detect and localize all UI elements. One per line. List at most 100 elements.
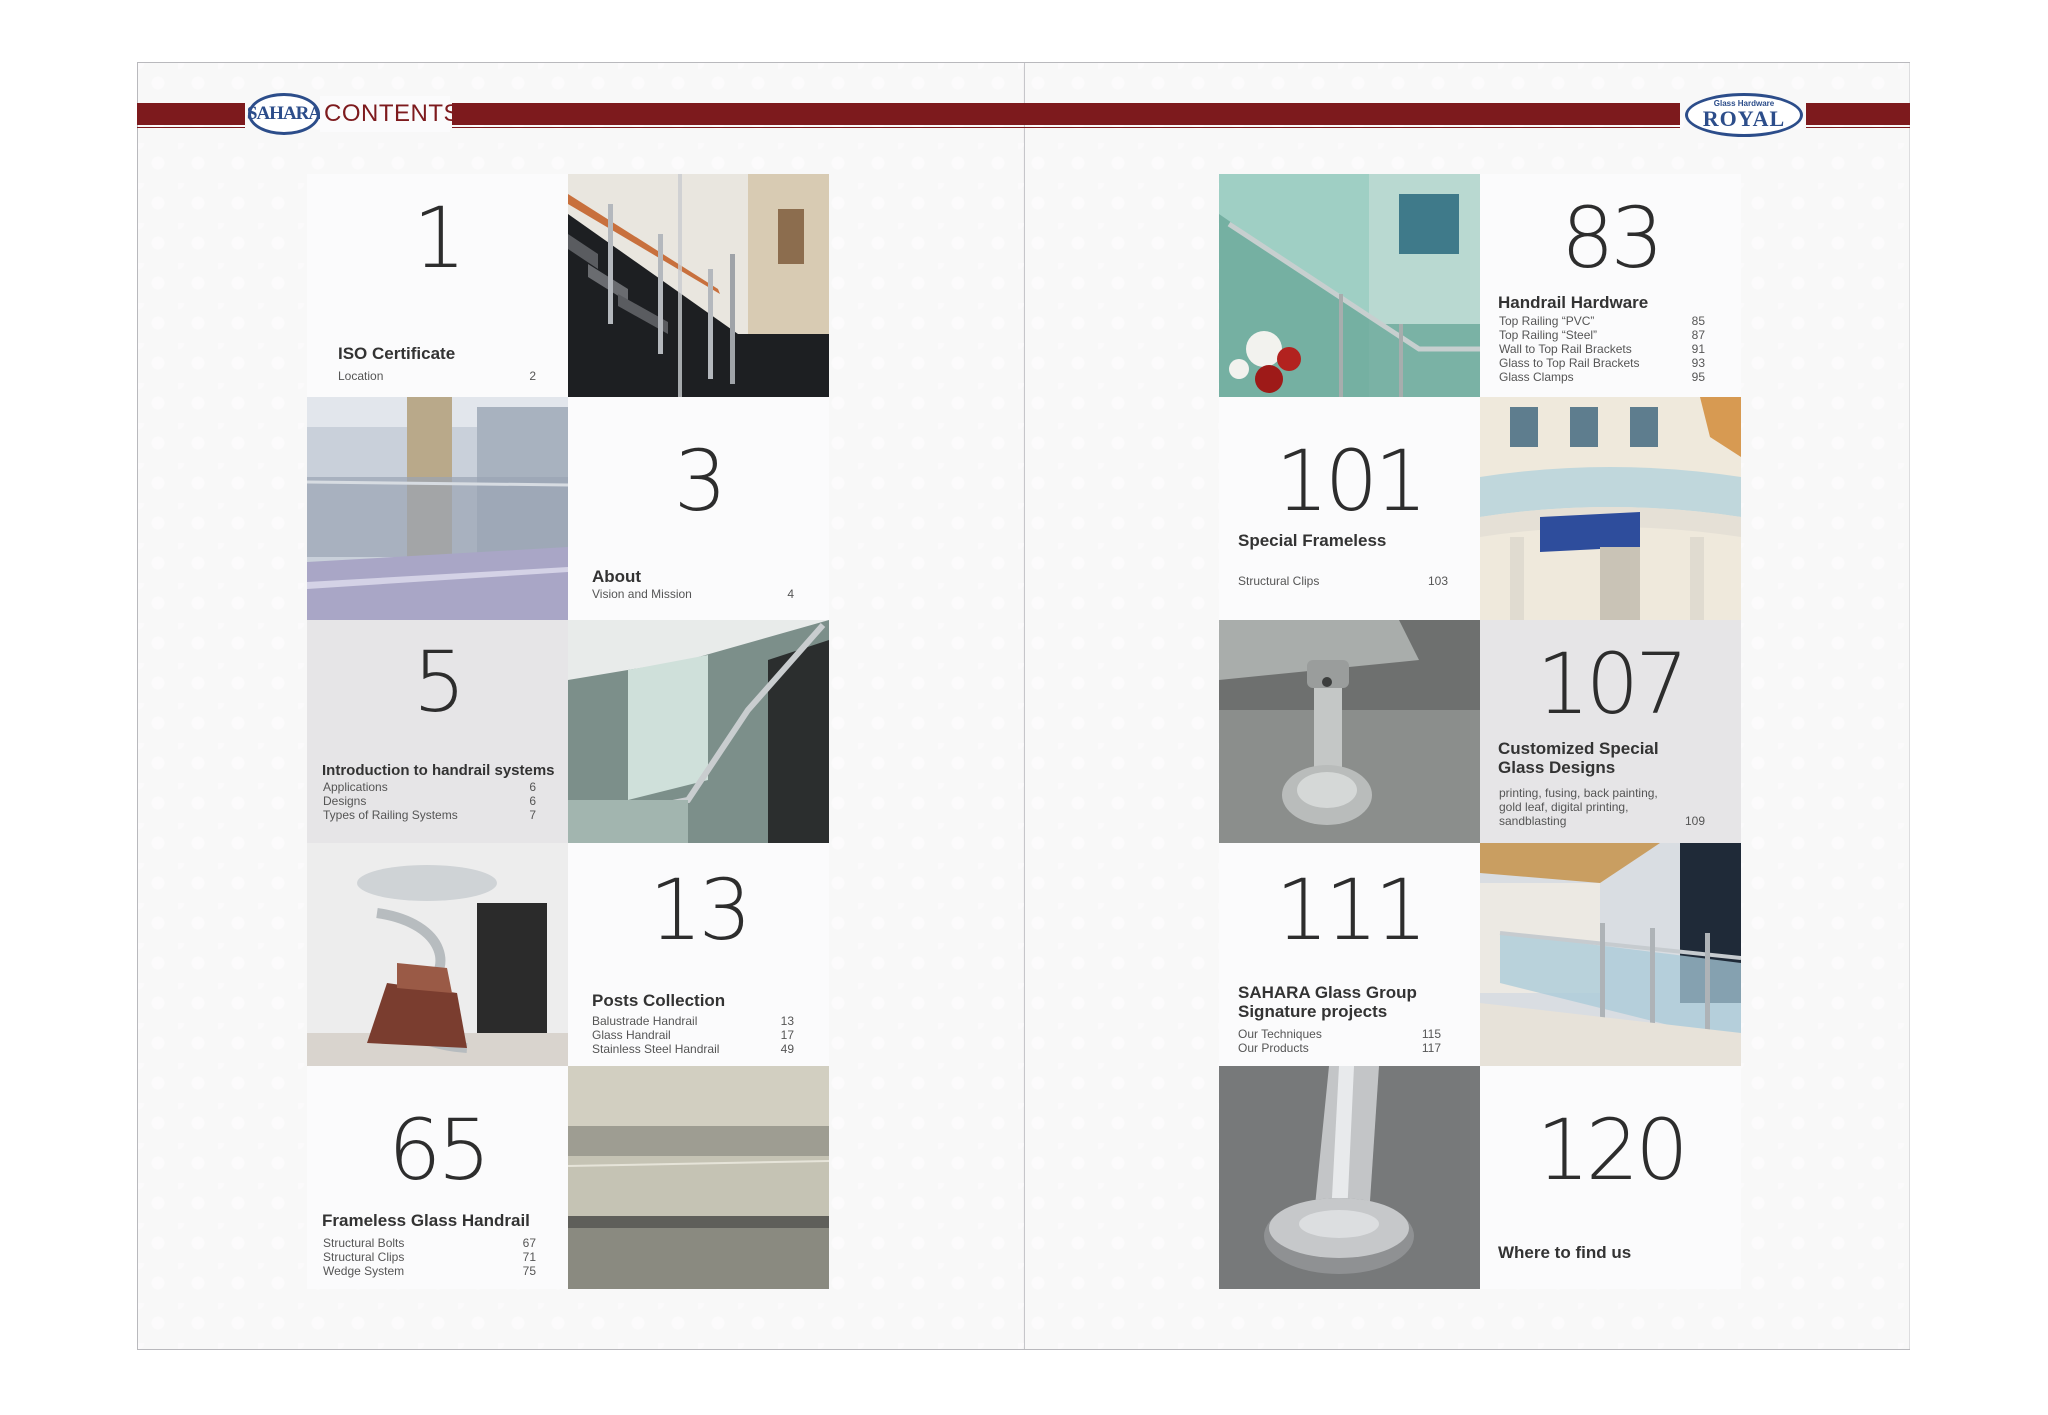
section-title-line: Glass Designs <box>1498 758 1616 777</box>
toc-page: 75 <box>522 1264 536 1278</box>
toc-page: 6 <box>529 794 536 808</box>
toc-row[interactable]: Our Techniques 115 <box>1238 1027 1441 1041</box>
toc-desc-line: gold leaf, digital printing, <box>1499 800 1629 814</box>
toc-page: 49 <box>780 1042 794 1056</box>
royal-logo-text: ROYAL <box>1702 106 1786 131</box>
toc-page: 13 <box>780 1014 794 1028</box>
toc-page: 87 <box>1691 328 1705 342</box>
toc-label: Glass Clamps <box>1499 370 1574 384</box>
toc-label: Applications <box>323 780 388 794</box>
toc-page: 85 <box>1691 314 1705 328</box>
toc-row[interactable]: Balustrade Handrail 13 <box>592 1014 794 1028</box>
header-banner-middle <box>452 103 1680 128</box>
toc-row[interactable]: sandblasting 109 <box>1499 814 1705 828</box>
section-items: Our Techniques 115 Our Products 117 <box>1238 1027 1441 1055</box>
section-number: 107 <box>1536 635 1688 733</box>
toc-page: 117 <box>1421 1041 1441 1055</box>
section-title: Posts Collection <box>592 991 726 1010</box>
toc-row[interactable]: Our Products 117 <box>1238 1041 1441 1055</box>
section-101-tile: 101 Special Frameless Structural Clips 10… <box>1219 397 1480 620</box>
glass-stair-rail-photo <box>568 620 829 843</box>
toc-row[interactable]: Wall to Top Rail Brackets 91 <box>1499 342 1705 356</box>
toc-label: Balustrade Handrail <box>592 1014 698 1028</box>
section-111-tile: 111 SAHARA Glass Group Signature project… <box>1219 843 1480 1066</box>
toc-label: Location <box>338 369 384 383</box>
header-banner-right <box>1806 103 1910 128</box>
section-title: Customized Special Glass Designs <box>1498 739 1659 777</box>
section-items: Top Railing “PVC” 85 Top Railing “Steel” 8… <box>1499 314 1705 384</box>
section-items: Structural Bolts 67 Structural Clips 71 We… <box>323 1236 536 1278</box>
toc-row[interactable]: Designs 6 <box>323 794 536 808</box>
spiral-staircase-photo <box>307 843 568 1066</box>
section-number: 83 <box>1561 189 1664 287</box>
toc-row[interactable]: Structural Clips 103 <box>1238 574 1448 588</box>
section-number: 1 <box>412 189 466 287</box>
royal-logo: Glass Hardware ROYAL <box>1685 93 1803 137</box>
steel-post-base-photo <box>1219 1066 1480 1289</box>
toc-row[interactable]: Types of Railing Systems 7 <box>323 808 536 822</box>
section-title-line: Signature projects <box>1238 1002 1388 1021</box>
section-items: printing, fusing, back painting, gold le… <box>1499 786 1705 828</box>
toc-row[interactable]: Top Railing “PVC” 85 <box>1499 314 1705 328</box>
toc-row[interactable]: Top Railing “Steel” 87 <box>1499 328 1705 342</box>
section-items: Location 2 <box>338 369 536 383</box>
toc-label: Types of Railing Systems <box>323 808 458 822</box>
toc-label: Top Railing “PVC” <box>1499 314 1595 328</box>
toc-page: 17 <box>780 1028 794 1042</box>
toc-label: Our Products <box>1238 1041 1309 1055</box>
section-5-tile: 5 Introduction to handrail systems Appli… <box>307 620 568 843</box>
toc-page: 103 <box>1427 574 1448 588</box>
sahara-logo-text: SAHARA <box>246 103 322 124</box>
section-107-tile: 107 Customized Special Glass Designs pri… <box>1480 620 1741 843</box>
toc-page: 6 <box>529 780 536 794</box>
section-title-line: Customized Special <box>1498 739 1659 758</box>
toc-page: 115 <box>1421 1027 1441 1041</box>
section-title: Handrail Hardware <box>1498 293 1649 312</box>
toc-row[interactable]: Vision and Mission 4 <box>592 587 794 601</box>
section-number: 13 <box>649 861 752 959</box>
toc-row[interactable]: Applications 6 <box>323 780 536 794</box>
toc-label: Structural Clips <box>323 1250 405 1264</box>
section-number: 3 <box>673 432 727 530</box>
section-3-tile: 3 About Vision and Mission 4 <box>568 397 829 620</box>
section-title: Special Frameless <box>1238 531 1387 550</box>
toc-page: 7 <box>529 808 536 822</box>
frameless-glass-balcony-photo <box>568 1066 829 1289</box>
toc-row[interactable]: Glass Handrail 17 <box>592 1028 794 1042</box>
section-number: 5 <box>412 633 466 731</box>
section-number: 65 <box>388 1101 491 1199</box>
toc-page: 95 <box>1691 370 1705 384</box>
toc-row[interactable]: Structural Bolts 67 <box>323 1236 536 1250</box>
toc-label: Vision and Mission <box>592 587 692 601</box>
section-83-tile: 83 Handrail Hardware Top Railing “PVC” 85… <box>1480 174 1741 397</box>
stair-handrail-photo <box>568 174 829 397</box>
corridor-glass-balustrade-photo <box>307 397 568 620</box>
section-items: Applications 6 Designs 6 Types of Railing … <box>323 780 536 822</box>
page-title: CONTENTS <box>324 100 460 127</box>
section-title-line: SAHARA Glass Group <box>1238 983 1417 1002</box>
toc-row[interactable]: Wedge System 75 <box>323 1264 536 1278</box>
section-65-tile: 65 Frameless Glass Handrail Structural B… <box>307 1066 568 1289</box>
toc-row[interactable]: Glass Clamps 95 <box>1499 370 1705 384</box>
section-number: 120 <box>1536 1101 1688 1199</box>
toc-label: Structural Bolts <box>323 1236 405 1250</box>
toc-row[interactable]: Structural Clips 71 <box>323 1250 536 1264</box>
sahara-logo: SAHARA <box>246 93 322 135</box>
toc-label: Glass to Top Rail Brackets <box>1499 356 1640 370</box>
toc-label: Our Techniques <box>1238 1027 1322 1041</box>
toc-row[interactable]: Glass to Top Rail Brackets 93 <box>1499 356 1705 370</box>
toc-label: Stainless Steel Handrail <box>592 1042 720 1056</box>
toc-row[interactable]: Location 2 <box>338 369 536 383</box>
section-number: 111 <box>1275 861 1427 959</box>
section-13-tile: 13 Posts Collection Balustrade Handrail 1… <box>568 843 829 1066</box>
section-items: Vision and Mission 4 <box>592 587 794 601</box>
toc-label: Wall to Top Rail Brackets <box>1499 342 1632 356</box>
glass-staircase-flowers-photo <box>1219 174 1480 397</box>
toc-page: 109 <box>1684 814 1705 828</box>
toc-desc-line: printing, fusing, back painting, <box>1499 786 1658 800</box>
toc-label: Glass Handrail <box>592 1028 671 1042</box>
building-glass-balcony-photo <box>1480 397 1741 620</box>
section-title: SAHARA Glass Group Signature projects <box>1238 983 1417 1021</box>
toc-row[interactable]: Stainless Steel Handrail 49 <box>592 1042 794 1056</box>
toc-page: 4 <box>787 587 794 601</box>
